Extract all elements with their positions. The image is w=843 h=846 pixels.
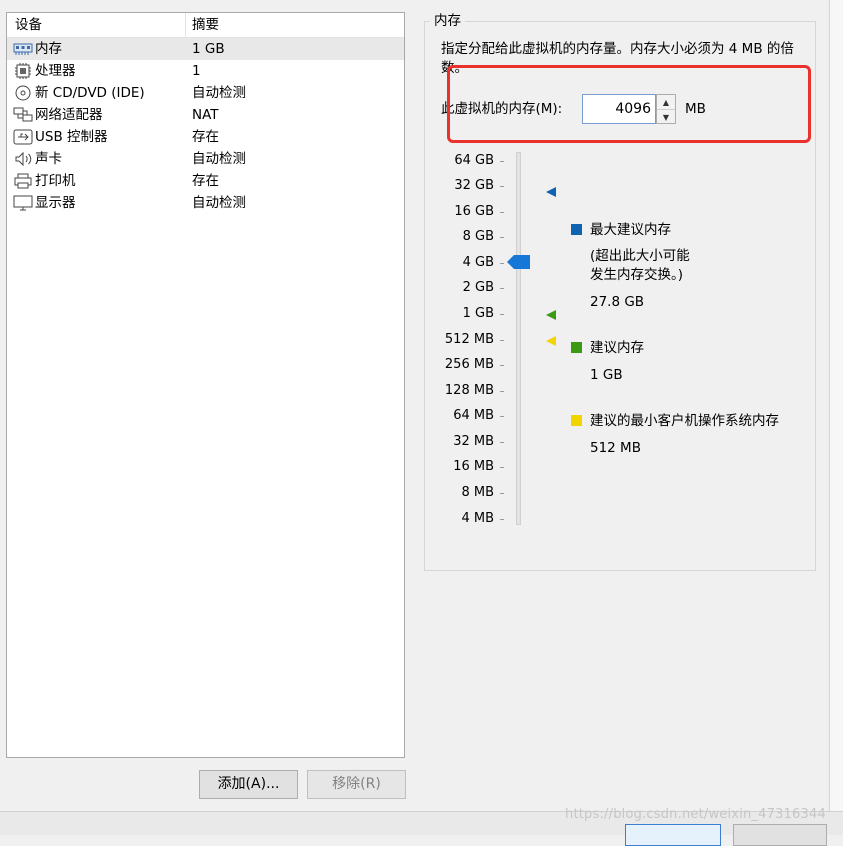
min-guest-value: 512 MB xyxy=(590,440,641,456)
usb-icon xyxy=(13,129,33,145)
column-header-device[interactable]: 设备 xyxy=(15,17,42,33)
scale-label: 16 GB xyxy=(454,204,494,219)
min-guest-title: 建议的最小客户机操作系统内存 xyxy=(590,413,779,429)
min-guest-swatch xyxy=(571,415,582,426)
device-summary: 自动检测 xyxy=(192,151,246,167)
device-name: USB 控制器 xyxy=(35,129,108,145)
scale-label: 128 MB xyxy=(444,383,494,398)
device-row-cd-dvd[interactable]: 新 CD/DVD (IDE) 自动检测 xyxy=(7,82,404,104)
device-summary: 存在 xyxy=(192,173,219,189)
scale-tick xyxy=(500,263,504,264)
device-summary: 1 GB xyxy=(192,41,225,57)
scale-tick xyxy=(500,519,504,520)
scale-tick xyxy=(500,288,504,289)
device-summary: NAT xyxy=(192,107,219,123)
device-row-network-adapter[interactable]: 网络适配器 NAT xyxy=(7,104,404,126)
device-list-header: 设备 摘要 xyxy=(7,13,404,38)
add-device-button[interactable]: 添加(A)... xyxy=(199,770,298,799)
scale-label: 16 MB xyxy=(453,459,494,474)
device-summary: 自动检测 xyxy=(192,195,246,211)
device-name: 显示器 xyxy=(35,195,76,211)
scale-tick xyxy=(500,161,504,162)
device-row-processor[interactable]: 处理器 1 xyxy=(7,60,404,82)
highlight-box xyxy=(447,65,811,143)
column-divider[interactable] xyxy=(185,13,186,37)
max-recommended-value: 27.8 GB xyxy=(590,294,645,310)
printer-icon xyxy=(13,173,33,189)
scale-label: 512 MB xyxy=(444,332,494,347)
device-row-printer[interactable]: 打印机 存在 xyxy=(7,170,404,192)
scale-tick xyxy=(500,416,504,417)
window-edge xyxy=(829,0,843,835)
scale-tick xyxy=(500,391,504,392)
device-row-display[interactable]: 显示器 自动检测 xyxy=(7,192,404,214)
scale-label: 8 GB xyxy=(462,229,494,244)
max-recommended-note: 发生内存交换。) xyxy=(590,267,684,283)
processor-icon xyxy=(13,63,33,79)
recommended-swatch xyxy=(571,342,582,353)
device-summary: 1 xyxy=(192,63,201,79)
column-header-summary[interactable]: 摘要 xyxy=(192,17,219,33)
device-name: 网络适配器 xyxy=(35,107,103,123)
scale-tick xyxy=(500,186,504,187)
scale-tick xyxy=(500,493,504,494)
device-summary: 存在 xyxy=(192,129,219,145)
memory-slider-thumb[interactable] xyxy=(507,255,530,269)
device-row-usb[interactable]: USB 控制器 存在 xyxy=(7,126,404,148)
scale-label: 4 MB xyxy=(461,511,494,526)
device-name: 声卡 xyxy=(35,151,62,167)
scale-tick xyxy=(500,467,504,468)
scale-tick xyxy=(500,365,504,366)
watermark-text: https://blog.csdn.net/weixin_47316344 xyxy=(565,807,826,822)
ok-button[interactable] xyxy=(625,824,721,846)
scale-label: 1 GB xyxy=(462,306,494,321)
help-button[interactable] xyxy=(733,824,827,846)
memory-icon xyxy=(13,41,33,57)
recommended-marker-icon xyxy=(546,308,556,320)
max-recommended-title: 最大建议内存 xyxy=(590,222,671,238)
device-name: 内存 xyxy=(35,41,62,57)
remove-device-button[interactable]: 移除(R) xyxy=(307,770,406,799)
device-row-sound-card[interactable]: 声卡 自动检测 xyxy=(7,148,404,170)
device-summary: 自动检测 xyxy=(192,85,246,101)
memory-group-title: 内存 xyxy=(430,13,465,29)
recommended-value: 1 GB xyxy=(590,367,623,383)
display-icon xyxy=(13,195,33,211)
scale-tick xyxy=(500,212,504,213)
scale-label: 256 MB xyxy=(444,357,494,372)
device-name: 新 CD/DVD (IDE) xyxy=(35,85,145,101)
scale-tick xyxy=(500,442,504,443)
device-row-memory[interactable]: 内存 1 GB xyxy=(7,38,404,60)
device-name: 打印机 xyxy=(35,173,76,189)
network-adapter-icon xyxy=(13,107,33,123)
scale-tick xyxy=(500,340,504,341)
device-list[interactable]: 设备 摘要 内存 1 GB 处理器 1 新 CD/DVD (IDE) 自动检测 … xyxy=(6,12,405,758)
scale-label: 32 GB xyxy=(454,178,494,193)
max-recommended-swatch xyxy=(571,224,582,235)
scale-label: 4 GB xyxy=(462,255,494,270)
recommended-title: 建议内存 xyxy=(590,340,644,356)
scale-label: 2 GB xyxy=(462,280,494,295)
scale-tick xyxy=(500,237,504,238)
max-recommended-marker-icon xyxy=(546,185,556,197)
scale-tick xyxy=(500,314,504,315)
cd-dvd-icon xyxy=(13,85,33,101)
scale-label: 64 GB xyxy=(454,153,494,168)
memory-slider-track[interactable] xyxy=(516,152,521,525)
device-name: 处理器 xyxy=(35,63,76,79)
sound-card-icon xyxy=(13,151,33,167)
min-guest-marker-icon xyxy=(546,334,556,346)
scale-label: 64 MB xyxy=(453,408,494,423)
scale-label: 32 MB xyxy=(453,434,494,449)
scale-label: 8 MB xyxy=(461,485,494,500)
